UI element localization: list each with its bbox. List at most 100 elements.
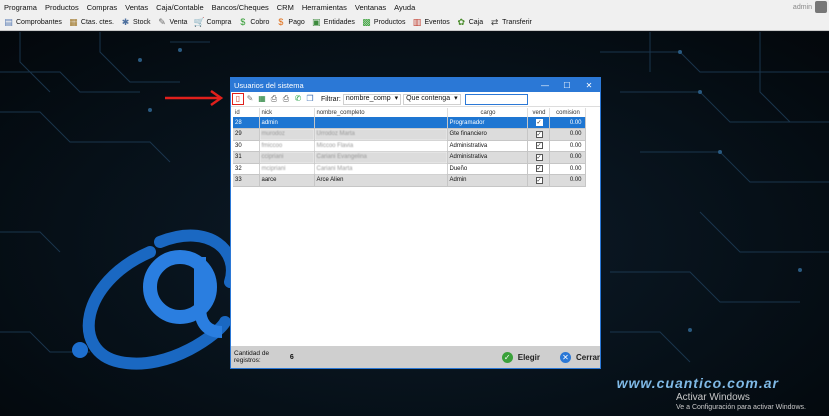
vend-checkbox[interactable]: ✓: [535, 142, 543, 150]
whatsapp-icon[interactable]: ✆: [293, 94, 303, 104]
toolbar-button-label: Ctas. ctes.: [80, 18, 114, 26]
vend-checkbox[interactable]: ✓: [535, 176, 543, 184]
toolbar-button-cobro[interactable]: $ Cobro: [237, 17, 269, 28]
cell-vend: ✓: [527, 174, 550, 187]
table-row[interactable]: 30 fmiccoo Miccoo Flavia Administrativa ✓ 0.0…: [233, 140, 586, 152]
select-button[interactable]: ✓ Elegir: [501, 351, 540, 363]
dialog-footer: Cantidad de registros: 6 ✓ Elegir ✕ Cerr…: [231, 346, 600, 368]
toolbar-button-productos[interactable]: ▩ Productos: [361, 17, 405, 28]
edit-icon[interactable]: ✎: [245, 94, 255, 104]
transfer-icon: ⇄: [490, 16, 499, 27]
red-arrow-annotation: [165, 89, 224, 107]
toolbar-button-label: Pago: [288, 18, 305, 26]
accounts-icon: ▦: [69, 16, 78, 27]
search-input[interactable]: [464, 93, 528, 105]
record-count-value: 6: [289, 353, 294, 361]
users-dialog: Usuarios del sistema — ☐ ✕ ▯ ✎ ▦ ⎙ ⎙ ✆ ❐…: [230, 77, 601, 369]
close-window-button[interactable]: ✕: [578, 81, 600, 90]
entities-icon: ▣: [312, 16, 321, 27]
print-preview-icon[interactable]: ⎙: [269, 94, 279, 104]
toolbar-button-label: Transferir: [502, 18, 532, 26]
cell-nombre: Cariani Evangelina: [314, 151, 448, 164]
vend-checkbox[interactable]: ✓: [535, 165, 543, 173]
close-button-label: Cerrar: [575, 352, 600, 362]
copy-icon[interactable]: ❐: [305, 94, 315, 104]
dialog-titlebar[interactable]: Usuarios del sistema — ☐ ✕: [231, 78, 600, 92]
cell-comision: 0.00: [549, 140, 586, 152]
column-header-vend[interactable]: vend: [527, 108, 550, 117]
menu-item-programa[interactable]: Programa: [0, 3, 41, 12]
vend-checkbox[interactable]: ✓: [535, 153, 543, 161]
toolbar-button-label: Entidades: [323, 18, 355, 26]
cell-nick: admin: [259, 117, 315, 129]
cell-nick: fmiccoo: [259, 140, 315, 152]
cashbox-icon: ✿: [457, 16, 466, 27]
minimize-button[interactable]: —: [534, 81, 556, 90]
dialog-title: Usuarios del sistema: [234, 80, 304, 90]
toolbar-button-transferir[interactable]: ⇄ Transferir: [489, 17, 532, 28]
menu-item-productos[interactable]: Productos: [41, 3, 83, 12]
vend-checkbox[interactable]: ✓: [535, 119, 543, 126]
column-header-nick[interactable]: nick: [259, 108, 315, 117]
menu-item-ventanas[interactable]: Ventanas: [351, 3, 390, 12]
maximize-button[interactable]: ☐: [556, 81, 578, 90]
menu-item-ventas[interactable]: Ventas: [121, 3, 152, 12]
toolbar-button-pago[interactable]: $ Pago: [275, 17, 304, 28]
cell-comision: 0.00: [549, 174, 586, 187]
column-header-id[interactable]: id: [233, 108, 260, 117]
table-row[interactable]: 32 mcipriani Cariani Marta Dueño ✓ 0.00: [233, 163, 586, 175]
cell-nick: mcipriani: [259, 163, 315, 175]
close-icon: ✕: [559, 351, 571, 363]
column-header-comision[interactable]: comision: [549, 108, 586, 117]
check-icon: ✓: [501, 351, 513, 363]
new-record-icon[interactable]: ▯: [232, 93, 244, 105]
toolbar-button-comprobantes[interactable]: ▤ Comprobantes: [3, 17, 62, 28]
toolbar-button-compra[interactable]: 🛒 Compra: [193, 17, 231, 28]
toolbar-button-label: Cobro: [250, 18, 270, 26]
print-icon[interactable]: ⎙: [281, 94, 291, 104]
filter-mode-value: Que contenga: [406, 95, 451, 102]
toolbar-button-label: Venta: [169, 18, 188, 26]
cell-nombre: Cariani Marta: [314, 163, 448, 175]
stock-icon: ✱: [121, 16, 130, 27]
cell-cargo: Admin: [447, 174, 528, 187]
main-toolbar: ▤ Comprobantes ▦ Ctas. ctes. ✱ Stock ✎ Venta 🛒 Co…: [0, 14, 829, 31]
sale-icon: ✎: [158, 16, 166, 27]
menu-item-compras[interactable]: Compras: [83, 3, 121, 12]
column-header-cargo[interactable]: cargo: [447, 108, 528, 117]
filter-label: Filtrar:: [321, 95, 341, 103]
user-info[interactable]: admin: [793, 1, 829, 13]
toolbar-button-label: Eventos: [424, 18, 450, 26]
cell-nombre: Urrodoz Marta: [314, 128, 448, 141]
close-button[interactable]: ✕ Cerrar: [559, 351, 600, 363]
cell-vend: ✓: [527, 117, 550, 129]
menu-item-herramientas[interactable]: Herramientas: [298, 3, 351, 12]
filter-mode-select[interactable]: Que contenga ▾: [403, 93, 461, 105]
cell-vend: ✓: [527, 151, 550, 164]
table-row[interactable]: 28 admin Programador ✓ 0.00: [233, 117, 586, 129]
table-row[interactable]: 29 murodoz Urrodoz Marta Gte financiero ✓ 0.0…: [233, 128, 586, 141]
cell-nick: murodoz: [259, 128, 315, 141]
activate-windows-notice: Activar Windows Ve a Configuración para …: [676, 392, 806, 412]
toolbar-button-venta[interactable]: ✎ Venta: [157, 16, 188, 28]
filter-field-select[interactable]: nombre_comp ▾: [342, 93, 402, 105]
table-row[interactable]: 33 aarce Arce Alien Admin ✓ 0.00: [233, 174, 586, 187]
activate-title: Activar Windows: [676, 392, 750, 403]
toolbar-button-entidades[interactable]: ▣ Entidades: [311, 17, 355, 28]
toolbar-button-stock[interactable]: ✱ Stock: [120, 17, 151, 28]
toolbar-button-ctas-ctes[interactable]: ▦ Ctas. ctes.: [68, 17, 114, 28]
column-header-nombre-completo[interactable]: nombre_completo: [314, 108, 448, 117]
vend-checkbox[interactable]: ✓: [535, 130, 543, 138]
toolbar-button-eventos[interactable]: ▥ Eventos: [411, 17, 450, 28]
chevron-down-icon: ▾: [394, 95, 399, 102]
menu-item-crm[interactable]: CRM: [273, 3, 298, 12]
chevron-down-icon: ▾: [454, 95, 458, 102]
menu-item-bancos-cheques[interactable]: Bancos/Cheques: [208, 3, 273, 12]
toolbar-button-label: Caja: [468, 18, 484, 26]
menu-item-caja-contable[interactable]: Caja/Contable: [152, 3, 208, 12]
cell-id: 28: [233, 117, 260, 129]
excel-export-icon[interactable]: ▦: [257, 94, 267, 104]
menu-item-ayuda[interactable]: Ayuda: [390, 3, 419, 12]
table-row[interactable]: 31 ccipriani Cariani Evangelina Administrat…: [233, 151, 586, 164]
toolbar-button-caja[interactable]: ✿ Caja: [456, 17, 483, 28]
